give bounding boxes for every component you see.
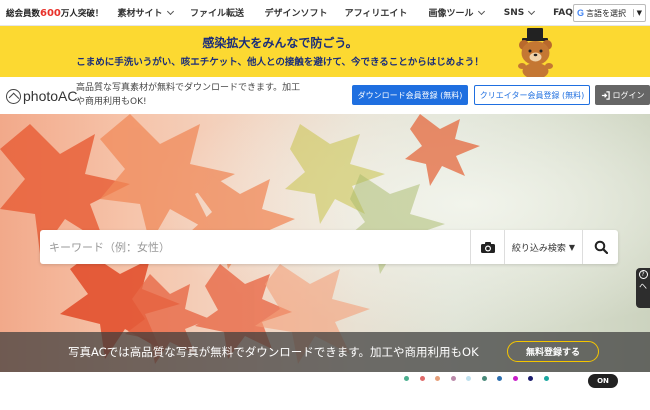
nav-faq-label: FAQ: [553, 7, 573, 18]
nav-sns-label: SNS: [503, 7, 525, 18]
nav-file-transfer-label: ファイル転送: [189, 9, 244, 19]
image-search-button[interactable]: [470, 230, 504, 264]
hero-section: 絞り込み検索▼ 写真ACでは高品質な写真が無料でダウンロードできます。加工や商用…: [0, 114, 650, 372]
dropdown-arrow-icon: ▼: [632, 9, 645, 17]
hero-message: 写真ACでは高品質な写真が無料でダウンロードできます。加工や商用利用もOK: [68, 345, 479, 359]
chevron-down-icon: [477, 7, 485, 15]
download-signup-button[interactable]: ダウンロード会員登録 (無料): [352, 85, 468, 105]
search-icon: [594, 240, 608, 254]
login-button[interactable]: ログイン: [595, 85, 650, 105]
google-icon: G: [577, 8, 585, 18]
color-dot-7[interactable]: [497, 376, 502, 381]
nav-affiliate[interactable]: アフィリエイト: [336, 6, 416, 19]
nav-affiliate-label: アフィリエイト: [344, 9, 408, 19]
logo-text-accent: AC: [58, 88, 78, 104]
help-icon: ?: [638, 270, 648, 279]
color-dot-1[interactable]: [404, 376, 409, 381]
language-select-label: 言語を選択: [586, 8, 627, 18]
nav-file-transfer[interactable]: ファイル転送: [178, 6, 256, 19]
color-dot-4[interactable]: [450, 376, 456, 381]
site-header: photoAC 高品質な写真素材が無料でダウンロードできます。加工や商用利用もO…: [0, 77, 650, 114]
dropdown-arrow-icon: ▼: [568, 242, 576, 252]
filter-search-label: 絞り込み検索: [511, 243, 566, 254]
creator-signup-button[interactable]: クリエイター会員登録 (無料): [474, 85, 590, 105]
member-count-prefix: 総会員数: [6, 8, 41, 19]
nav-design-software-label: デザインソフト: [264, 9, 328, 19]
logo-text-main: photo: [23, 88, 59, 104]
nav-design-software[interactable]: デザインソフト: [256, 6, 336, 19]
top-navigation: 総会員数600万人突破！ 素材サイト ファイル転送 デザインソフト アフィリエイ…: [0, 0, 650, 26]
login-icon: [601, 90, 610, 100]
site-tagline: 高品質な写真素材が無料でダウンロードできます。加工や商用利用もOK!: [76, 83, 301, 107]
banner-headline: 感染拡大をみんなで防ごう。: [202, 36, 358, 50]
nav-sns[interactable]: SNS: [496, 7, 542, 18]
banner-subtext: こまめに手洗いうがい、咳エチケット、他人との接触を避けて、今できることからはじめ…: [76, 57, 484, 68]
color-dot-3[interactable]: [435, 376, 440, 381]
color-dot-6[interactable]: [481, 376, 487, 381]
help-tab[interactable]: ? ヘ: [636, 268, 650, 308]
nav-image-tools[interactable]: 画像ツール: [416, 6, 496, 19]
photoac-logo[interactable]: photoAC: [6, 88, 78, 104]
member-count-number: 600: [40, 7, 61, 19]
color-dot-2[interactable]: [419, 376, 425, 381]
language-select[interactable]: G 言語を選択 ▼: [573, 4, 646, 22]
nav-material-sites-label: 素材サイト: [117, 9, 163, 19]
color-dot-9[interactable]: [528, 376, 533, 381]
search-bar: 絞り込み検索▼: [40, 230, 618, 264]
color-filter-dots: [404, 376, 559, 381]
color-dot-10[interactable]: [543, 376, 549, 381]
help-tab-label: ヘ: [639, 282, 647, 291]
signup-strip: 写真ACでは高品質な写真が無料でダウンロードできます。加工や商用利用もOK 無料…: [0, 332, 650, 372]
member-count-suffix: 万人突破！: [60, 8, 104, 19]
camera-icon: [480, 241, 495, 253]
search-input[interactable]: [40, 230, 470, 264]
nav-material-sites[interactable]: 素材サイト: [112, 6, 178, 19]
search-button[interactable]: [582, 230, 618, 264]
nav-image-tools-label: 画像ツール: [428, 9, 474, 19]
color-toggle[interactable]: ON: [588, 374, 618, 388]
logo-mark-icon: [6, 88, 21, 104]
color-dot-5[interactable]: [466, 376, 471, 381]
free-signup-button[interactable]: 無料登録する: [507, 341, 599, 362]
login-label: ログイン: [612, 90, 645, 100]
chevron-down-icon: [528, 7, 536, 15]
bear-mascot-icon: [518, 28, 553, 77]
chevron-down-icon: [166, 7, 174, 15]
covid-banner[interactable]: 感染拡大をみんなで防ごう。 こまめに手洗いうがい、咳エチケット、他人との接触を避…: [0, 26, 650, 77]
logo-text: photoAC: [23, 88, 78, 104]
member-count-notice: 総会員数600万人突破！: [0, 7, 112, 19]
filter-search-dropdown[interactable]: 絞り込み検索 ▼: [504, 230, 582, 264]
color-dot-8[interactable]: [512, 376, 518, 381]
